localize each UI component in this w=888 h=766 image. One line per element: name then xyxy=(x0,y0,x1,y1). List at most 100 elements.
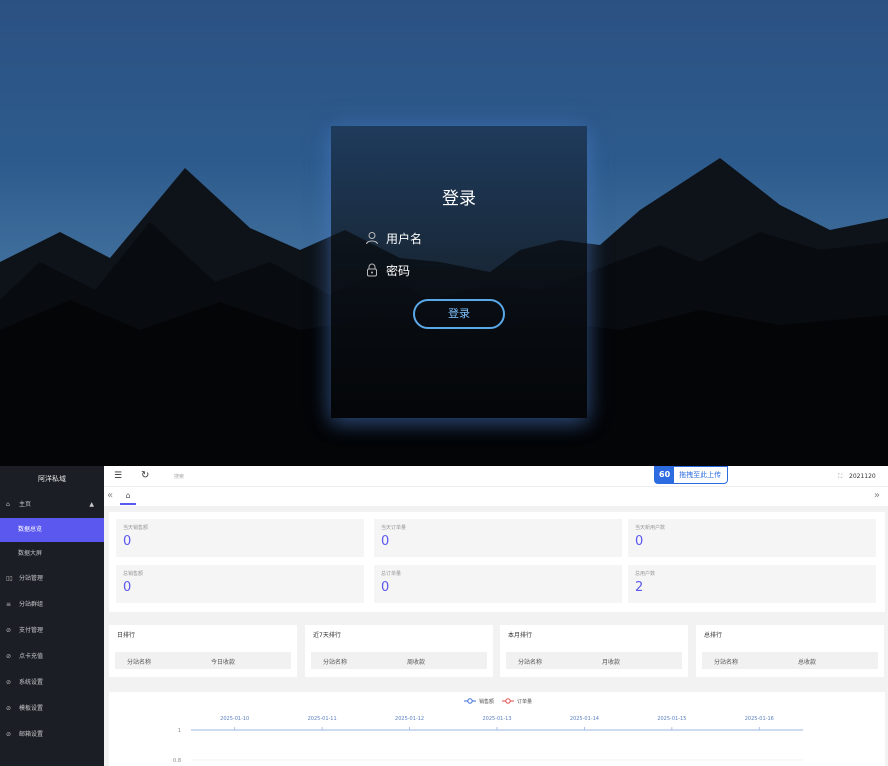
sidebar-logo: 阿洋私域 xyxy=(38,475,66,483)
stat-label: 总订单量 xyxy=(381,571,402,577)
caret-up-icon: ▲ xyxy=(89,501,94,508)
sidebar-item-1[interactable]: ≡ 分站群组 xyxy=(0,592,104,618)
stat-card: 当天订单量 0 xyxy=(374,519,622,557)
sidebar-item-home[interactable]: ⌂ 主页 ▲ xyxy=(0,492,104,518)
sidebar-item-label: 系统设置 xyxy=(19,679,44,686)
stat-value: 0 xyxy=(123,534,132,549)
upload-drop-zone[interactable]: 60 拖拽至此上传 xyxy=(654,466,729,484)
sidebar-item-data-overview[interactable]: 数据总览 xyxy=(0,518,104,542)
sales-line-chart: 销售额 订单量 1 0.8 2025-01-10 2025-01-11 2025-01-12… xyxy=(173,698,803,764)
sidebar-item-0[interactable]: ▯▯ 分站管理 xyxy=(0,566,104,592)
ranking-panel: 日排行分站名称 今日收款 xyxy=(109,625,297,677)
stat-card: 总销售额 0 xyxy=(116,565,364,603)
sidebar-item-data-screen[interactable]: 数据大屏 xyxy=(0,542,104,566)
sidebar: 阿洋私域 ⌂ 主页 ▲ 数据总览 数据大屏 ▯▯ 分站管理 ≡ 分站群组 ⊘ 支付管理 ⊘ 点… xyxy=(0,466,104,766)
stat-value: 0 xyxy=(635,534,644,549)
sidebar-item-4[interactable]: ⊘ 系统设置 xyxy=(0,670,104,696)
refresh-icon[interactable]: ↻ xyxy=(141,470,149,481)
x-tick-label: 2025-01-15 xyxy=(657,716,686,722)
y-tick-label: 0.8 xyxy=(173,758,181,764)
sales-chart-panel: 销售额 订单量 1 0.8 2025-01-10 2025-01-11 2025-01-12… xyxy=(109,692,885,766)
sidebar-item-icon: ⊘ xyxy=(6,627,12,634)
username-placeholder: 用户名 xyxy=(386,231,423,246)
x-tick-label: 2025-01-14 xyxy=(570,716,599,722)
sidebar-item-label: 主页 xyxy=(19,501,32,508)
stat-card: 当天销售额 0 xyxy=(116,519,364,557)
tab-scroll-right-icon[interactable]: » xyxy=(874,490,880,501)
sidebar-item-icon: ≡ xyxy=(6,601,12,608)
ranking-title: 近7天排行 xyxy=(313,632,341,639)
sidebar-item-label: 模板设置 xyxy=(19,705,44,712)
upload-badge: 60 xyxy=(655,467,675,483)
ranking-panel: 本月排行 分站名称 月收款 xyxy=(500,625,688,677)
stat-value: 2 xyxy=(635,580,644,595)
sidebar-item-icon: ⊘ xyxy=(6,705,12,712)
username-field[interactable]: 用户名 xyxy=(365,228,422,248)
ranking-column-name: 分站名称 xyxy=(518,659,543,666)
ranking-column-amount: 今日收款 xyxy=(211,659,236,666)
ranking-column-amount: 周收款 xyxy=(407,659,426,666)
ranking-column-name: 分站名称 xyxy=(127,659,152,666)
stat-label: 当天订单量 xyxy=(381,525,407,531)
sidebar-item-icon: ⊘ xyxy=(6,679,12,686)
fullscreen-icon[interactable]: ⛶ xyxy=(838,473,842,481)
sidebar-menu: ▯▯ 分站管理 ≡ 分站群组 ⊘ 支付管理 ⊘ 点卡充值 ⊘ 系统设置 ⊘ 模板设置 ⊘ 邮箱设置 xyxy=(0,566,104,748)
legend-marker xyxy=(505,698,511,704)
login-screen: 登录 用户名 密码 登录 xyxy=(0,0,888,466)
x-tick-label: 2025-01-13 xyxy=(482,716,511,722)
tab-home-icon[interactable]: ⌂ xyxy=(120,489,136,505)
x-tick-label: 2025-01-16 xyxy=(745,716,774,722)
stat-card: 总用户数 2 xyxy=(628,565,876,603)
password-placeholder: 密码 xyxy=(386,263,411,278)
sidebar-item-label: 分站管理 xyxy=(19,575,44,582)
admin-dashboard: 阿洋私域 ⌂ 主页 ▲ 数据总览 数据大屏 ▯▯ 分站管理 ≡ 分站群组 ⊘ 支付管理 ⊘ 点… xyxy=(0,466,888,766)
search-input[interactable]: 搜索 xyxy=(174,473,184,480)
legend-label: 销售额 xyxy=(479,698,494,705)
stat-card: 当天新用户数 0 xyxy=(628,519,876,557)
date-text: 2021120 xyxy=(849,473,876,480)
sidebar-item-label: 点卡充值 xyxy=(19,653,44,660)
sidebar-item-label: 支付管理 xyxy=(19,627,44,634)
stat-value: 0 xyxy=(381,580,390,595)
sidebar-item-6[interactable]: ⊘ 邮箱设置 xyxy=(0,722,104,748)
sidebar-item-5[interactable]: ⊘ 模板设置 xyxy=(0,696,104,722)
legend-label: 订单量 xyxy=(517,698,532,705)
y-tick-label: 1 xyxy=(178,728,181,734)
sidebar-item-icon: ⊘ xyxy=(6,653,12,660)
ranking-title: 日排行 xyxy=(117,632,136,639)
stat-value: 0 xyxy=(123,580,132,595)
password-field[interactable]: 密码 xyxy=(365,260,410,280)
tab-bar: « ⌂ » xyxy=(104,487,888,506)
ranking-panel: 近7天排行分站名称 周收款 xyxy=(305,625,493,677)
menu-toggle-icon[interactable]: ☰ xyxy=(114,471,122,481)
legend-marker xyxy=(467,698,473,704)
sidebar-item-3[interactable]: ⊘ 点卡充值 xyxy=(0,644,104,670)
upload-label: 拖拽至此上传 xyxy=(679,471,722,479)
ranking-table-header: 分站名称 月收款 xyxy=(506,652,682,669)
login-button[interactable]: 登录 xyxy=(413,299,505,329)
lock-icon xyxy=(367,263,377,277)
tab-scroll-left-icon[interactable]: « xyxy=(107,490,113,501)
stat-label: 当天新用户数 xyxy=(635,525,666,531)
ranking-table-header: 分站名称 总收款 xyxy=(702,652,878,669)
x-tick-label: 2025-01-12 xyxy=(395,716,424,722)
stats-panel: 当天销售额 0 当天订单量 0 当天新用户数 0 总销售额 0 总订单量 0 总用户数 2 xyxy=(109,512,885,612)
ranking-column-name: 分站名称 xyxy=(714,659,739,666)
ranking-column-amount: 总收款 xyxy=(798,659,817,666)
stat-label: 当天销售额 xyxy=(123,525,149,531)
ranking-column-amount: 月收款 xyxy=(602,659,621,666)
sidebar-item-2[interactable]: ⊘ 支付管理 xyxy=(0,618,104,644)
login-form: 登录 用户名 密码 登录 xyxy=(331,126,587,418)
sidebar-item-icon: ▯▯ xyxy=(6,575,13,582)
sidebar-item-icon: ⊘ xyxy=(6,731,12,738)
stat-label: 总用户数 xyxy=(635,571,656,577)
ranking-title: 总排行 xyxy=(704,632,723,639)
login-title: 登录 xyxy=(442,189,476,209)
ranking-column-name: 分站名称 xyxy=(323,659,348,666)
home-icon: ⌂ xyxy=(6,501,10,508)
x-tick-label: 2025-01-10 xyxy=(220,716,249,722)
stat-card: 总订单量 0 xyxy=(374,565,622,603)
top-toolbar: ☰ ↻ 搜索 60 拖拽至此上传 ⛶ 2021120 xyxy=(104,466,888,487)
stat-label: 总销售额 xyxy=(123,571,144,577)
ranking-panel: 总排行分站名称 总收款 xyxy=(696,625,884,677)
